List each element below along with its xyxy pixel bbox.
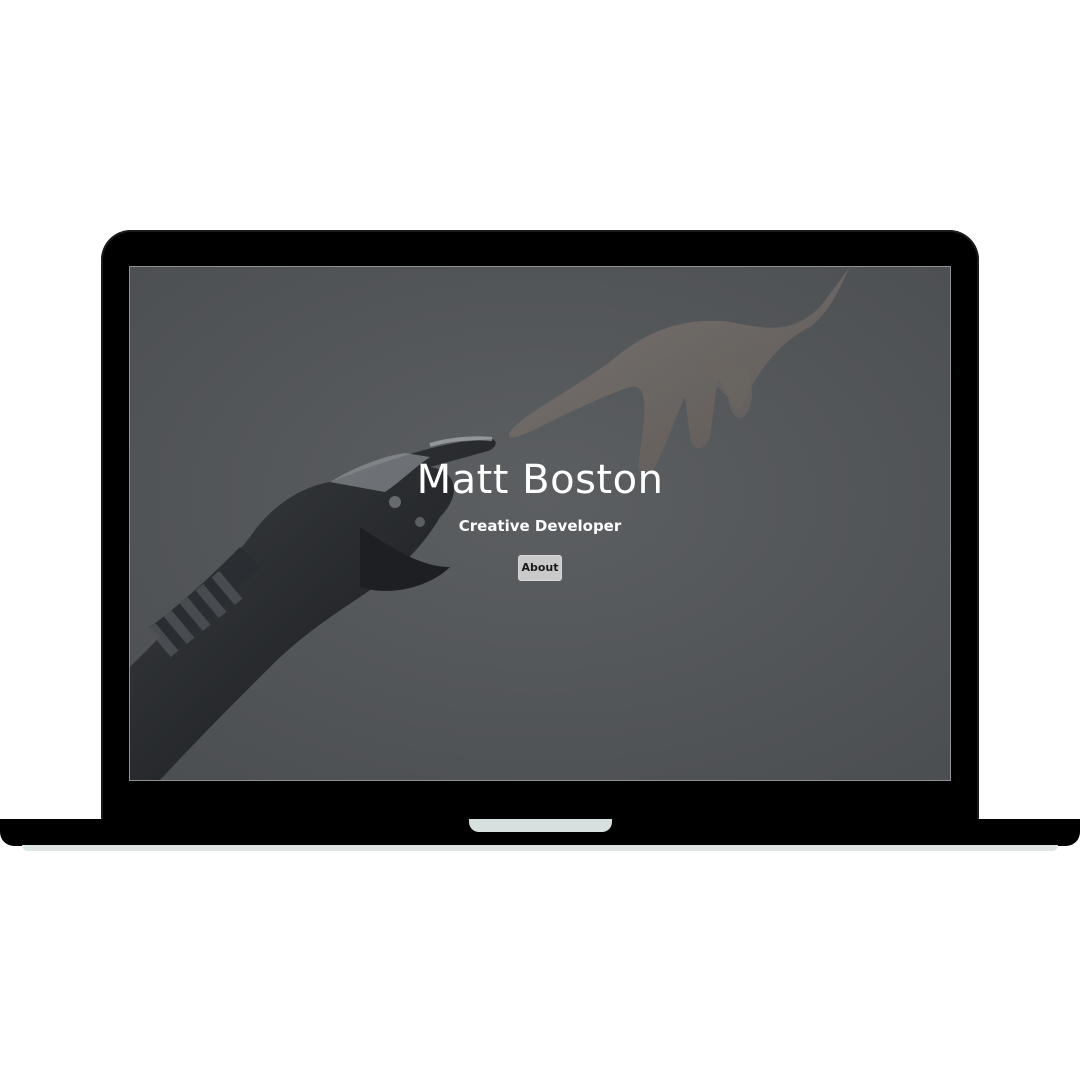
laptop-mockup: Matt Boston Creative Developer About bbox=[0, 0, 1080, 1080]
about-button[interactable]: About bbox=[518, 555, 562, 581]
laptop-trackpad-notch bbox=[469, 819, 612, 832]
laptop-base-shadow bbox=[22, 845, 1058, 851]
laptop-screen: Matt Boston Creative Developer About bbox=[129, 266, 951, 781]
hero-section: Matt Boston Creative Developer About bbox=[130, 267, 950, 780]
hero-subtitle: Creative Developer bbox=[458, 517, 622, 535]
hero-title: Matt Boston bbox=[416, 457, 664, 503]
